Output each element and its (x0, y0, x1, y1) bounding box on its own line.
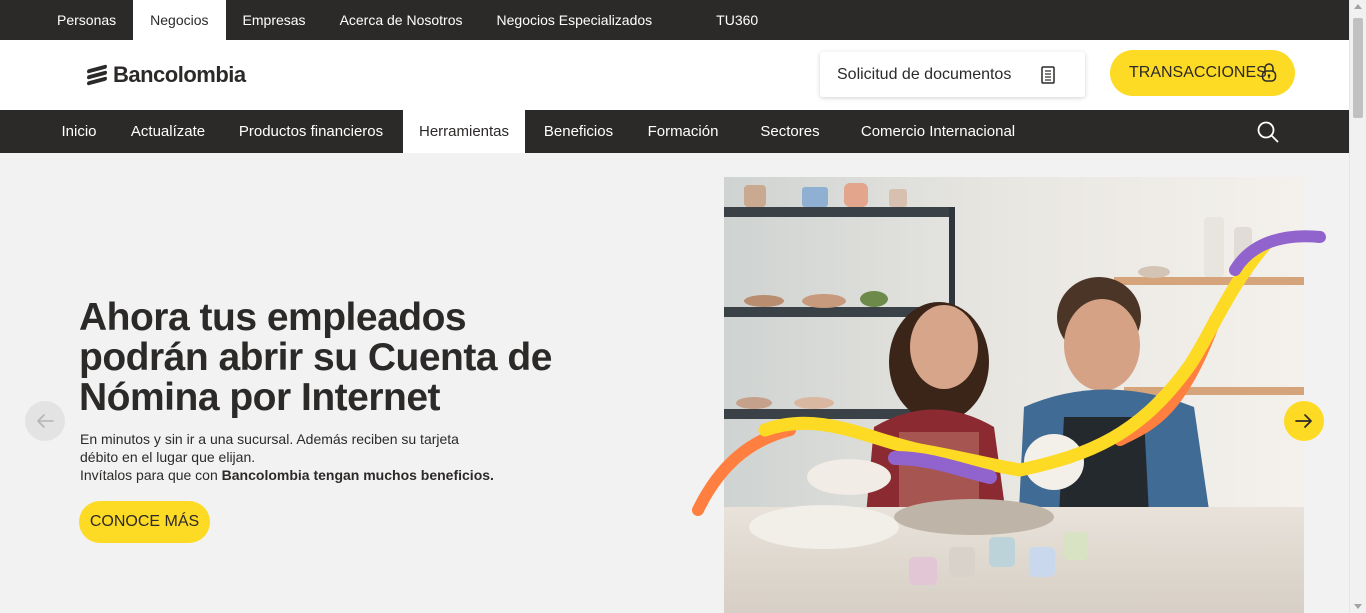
nav-productos-financieros[interactable]: Productos financieros (226, 110, 396, 153)
nav-beneficios[interactable]: Beneficios (532, 110, 625, 153)
hero-desc-line-3-prefix: Invítalos para que con (80, 467, 222, 483)
arrow-right-icon (1295, 414, 1312, 428)
tab-empresas[interactable]: Empresas (226, 0, 323, 40)
nav-inicio[interactable]: Inicio (44, 110, 114, 153)
top-segment-bar: Personas Negocios Empresas Acerca de Nos… (0, 0, 1349, 40)
carousel-next-button[interactable] (1284, 401, 1324, 441)
hero-desc-line-3: Invítalos para que con Bancolombia tenga… (80, 466, 540, 484)
search-icon[interactable] (1257, 121, 1279, 143)
document-request-label: Solicitud de documentos (837, 65, 1012, 83)
document-icon (1041, 66, 1055, 84)
tab-personas[interactable]: Personas (40, 0, 133, 40)
hero-desc-line-1: En minutos y sin ir a una sucursal. Adem… (80, 431, 459, 447)
hero-title: Ahora tus empleados podrán abrir su Cuen… (79, 296, 552, 419)
hero-desc-line-3-bold: Bancolombia tengan muchos beneficios. (221, 467, 494, 483)
site-header: Bancolombia Solicitud de documentos TRAN… (0, 40, 1349, 110)
nav-actualizate[interactable]: Actualízate (118, 110, 218, 153)
tab-negocios[interactable]: Negocios (133, 0, 226, 40)
tab-tu360[interactable]: TU360 (699, 0, 775, 40)
lock-icon (1261, 63, 1277, 82)
hero-desc-line-2: débito en el lugar que elijan. (80, 449, 256, 465)
hero-description: En minutos y sin ir a una sucursal. Adem… (80, 430, 540, 484)
nav-sectores[interactable]: Sectores (746, 110, 834, 153)
main-navigation: Inicio Actualízate Productos financieros… (0, 110, 1349, 153)
transactions-label: TRANSACCIONES (1129, 64, 1267, 81)
logo-mark-icon (87, 64, 109, 86)
tab-acerca-de-nosotros[interactable]: Acerca de Nosotros (323, 0, 480, 40)
scroll-down-icon[interactable] (1354, 604, 1362, 609)
bancolombia-logo[interactable]: Bancolombia (87, 62, 246, 88)
page-scrollbar[interactable] (1349, 0, 1366, 613)
carousel-prev-button[interactable] (25, 401, 65, 441)
nav-herramientas[interactable]: Herramientas (403, 110, 525, 153)
conoce-mas-button[interactable]: CONOCE MÁS (79, 501, 210, 543)
nav-comercio-internacional[interactable]: Comercio Internacional (848, 110, 1028, 153)
arrow-left-icon (37, 414, 54, 428)
scroll-up-icon[interactable] (1354, 4, 1362, 9)
scrollbar-thumb[interactable] (1353, 18, 1363, 118)
transactions-button[interactable]: TRANSACCIONES (1110, 50, 1295, 96)
tab-negocios-especializados[interactable]: Negocios Especializados (480, 0, 670, 40)
logo-text: Bancolombia (113, 62, 246, 87)
nav-formacion[interactable]: Formación (634, 110, 732, 153)
decorative-swoosh (692, 230, 1326, 516)
document-request-button[interactable]: Solicitud de documentos (820, 52, 1085, 97)
